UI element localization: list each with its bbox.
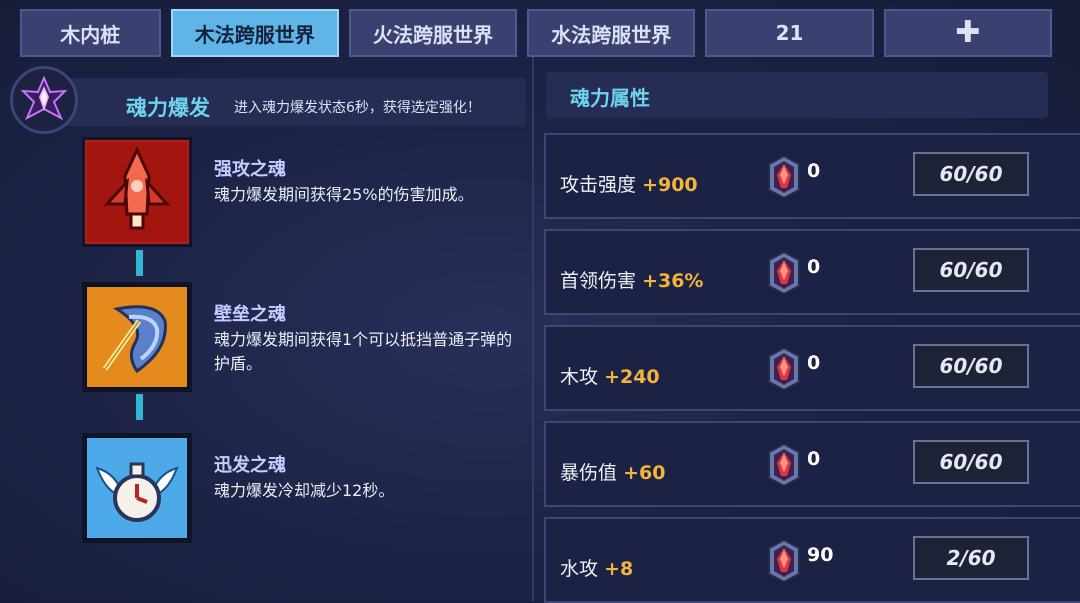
level-progress[interactable]: 60/60 bbox=[913, 248, 1029, 292]
soul-burst-description: 进入魂力爆发状态6秒，获得选定强化！ bbox=[234, 100, 481, 116]
attribute-bonus: +60 bbox=[623, 462, 666, 484]
skill-description: 魂力爆发期间获得25%的伤害加成。 bbox=[214, 185, 474, 204]
attribute-label: 首领伤害 +36% bbox=[560, 270, 704, 292]
attribute-bonus: +240 bbox=[604, 366, 660, 388]
skill-description: 魂力爆发冷却减少12秒。 bbox=[214, 481, 395, 500]
tab-fire-cross-server[interactable]: 火法跨服世界 bbox=[348, 9, 518, 57]
red-soul-gem-icon bbox=[766, 346, 802, 392]
attribute-row-attack-power[interactable]: 攻击强度 +900 0 60/60 bbox=[544, 133, 1080, 219]
skill-connector bbox=[136, 250, 143, 276]
skill-description: 魂力爆发期间获得1个可以抵挡普通子弹的护盾。 bbox=[214, 330, 513, 373]
level-progress[interactable]: 2/60 bbox=[913, 536, 1029, 580]
red-soul-gem-icon bbox=[766, 538, 802, 584]
skill-card-rapid-fire[interactable]: 迅发之魂 魂力爆发冷却减少12秒。 bbox=[82, 433, 512, 543]
attribute-row-wood-attack[interactable]: 木攻 +240 0 60/60 bbox=[544, 325, 1080, 411]
attribute-row-water-attack[interactable]: 水攻 +8 90 2/60 bbox=[544, 517, 1080, 603]
attribute-label: 攻击强度 +900 bbox=[560, 174, 698, 196]
red-rocket-soul-icon bbox=[82, 137, 192, 247]
skill-card-bulwark[interactable]: 壁垒之魂 魂力爆发期间获得1个可以抵挡普通子弹的护盾。 bbox=[82, 282, 512, 392]
orange-shield-soul-icon bbox=[82, 282, 192, 392]
soul-burst-title: 魂力爆发 bbox=[126, 96, 210, 120]
skill-connector bbox=[136, 394, 143, 420]
soul-burst-panel: 魂力爆发 进入魂力爆发状态6秒，获得选定强化！ 强攻之魂 魂力爆发期间获得25%… bbox=[8, 66, 526, 601]
attribute-row-crit-damage[interactable]: 暴伤值 +60 0 60/60 bbox=[544, 421, 1080, 507]
attribute-label: 暴伤值 +60 bbox=[560, 462, 666, 484]
skill-name: 强攻之魂 bbox=[214, 159, 286, 180]
attribute-label: 水攻 +8 bbox=[560, 558, 634, 580]
attribute-bonus: +8 bbox=[604, 558, 634, 580]
tab-wood-cross-server[interactable]: 木法跨服世界 bbox=[170, 9, 339, 57]
gem-count: 0 bbox=[807, 256, 821, 278]
soul-burst-header: 魂力爆发 进入魂力爆发状态6秒，获得选定强化！ bbox=[42, 78, 526, 126]
attribute-bonus: +36% bbox=[642, 270, 704, 292]
red-soul-gem-icon bbox=[766, 250, 802, 296]
gem-count: 90 bbox=[807, 544, 834, 566]
add-tab-button[interactable]: ✚ bbox=[883, 9, 1052, 57]
skill-card-strong-attack[interactable]: 强攻之魂 魂力爆发期间获得25%的伤害加成。 bbox=[82, 137, 512, 247]
attribute-bonus: +900 bbox=[642, 174, 698, 196]
gem-count: 0 bbox=[807, 448, 821, 470]
skill-name: 壁垒之魂 bbox=[214, 304, 286, 325]
purple-soul-crystal-icon bbox=[10, 66, 78, 134]
attribute-label: 木攻 +240 bbox=[560, 366, 660, 388]
skill-name: 迅发之魂 bbox=[214, 455, 286, 476]
tab-bar: 木内桩 木法跨服世界 火法跨服世界 水法跨服世界 21 ✚ bbox=[20, 9, 1062, 57]
soul-attributes-title: 魂力属性 bbox=[546, 72, 1048, 118]
level-progress[interactable]: 60/60 bbox=[913, 344, 1029, 388]
plus-icon: ✚ bbox=[955, 15, 981, 50]
tab-water-cross-server[interactable]: 水法跨服世界 bbox=[527, 9, 696, 57]
tab-21[interactable]: 21 bbox=[705, 9, 874, 57]
red-soul-gem-icon bbox=[766, 154, 802, 200]
gem-count: 0 bbox=[807, 160, 821, 182]
level-progress[interactable]: 60/60 bbox=[913, 440, 1029, 484]
level-progress[interactable]: 60/60 bbox=[913, 152, 1029, 196]
red-soul-gem-icon bbox=[766, 442, 802, 488]
panel-divider bbox=[532, 57, 534, 601]
blue-winged-clock-soul-icon bbox=[82, 433, 192, 543]
attribute-row-boss-damage[interactable]: 首领伤害 +36% 0 60/60 bbox=[544, 229, 1080, 315]
gem-count: 0 bbox=[807, 352, 821, 374]
tab-wood-dummy[interactable]: 木内桩 bbox=[20, 9, 161, 57]
